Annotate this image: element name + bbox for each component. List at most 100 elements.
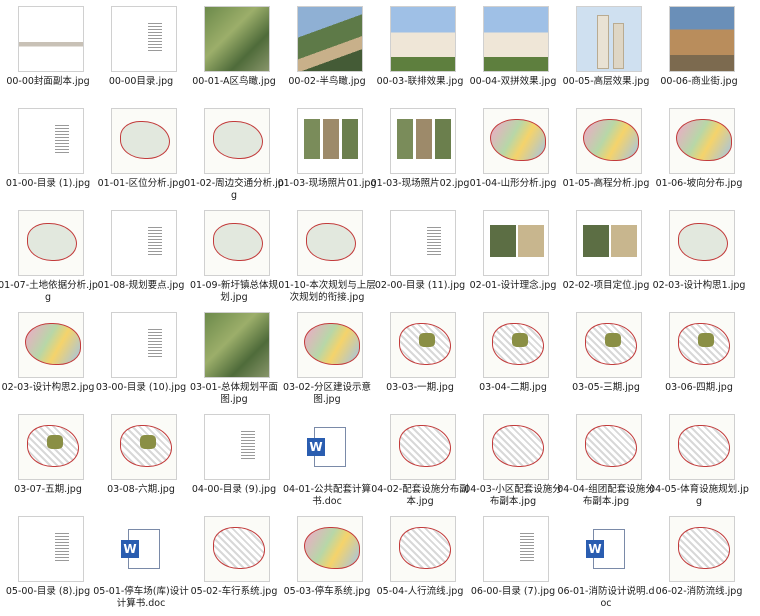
image-thumbnail[interactable] xyxy=(576,210,642,276)
image-thumbnail[interactable] xyxy=(18,312,84,378)
file-name-label[interactable]: 03-08-六期.jpg xyxy=(91,484,191,496)
file-item[interactable]: 01-09-新圩镇总体规划.jpg xyxy=(188,210,280,310)
word-document-icon[interactable]: W xyxy=(111,516,177,582)
file-item[interactable]: 05-02-车行系统.jpg xyxy=(188,516,280,616)
file-item[interactable]: 01-01-区位分析.jpg xyxy=(95,108,187,208)
file-name-label[interactable]: 03-06-四期.jpg xyxy=(649,382,749,394)
image-thumbnail[interactable] xyxy=(204,516,270,582)
file-name-label[interactable]: 03-00-目录 (10).jpg xyxy=(91,382,191,394)
image-thumbnail[interactable] xyxy=(204,210,270,276)
image-thumbnail[interactable] xyxy=(204,312,270,378)
file-name-label[interactable]: 04-02-配套设施分布副本.jpg xyxy=(370,484,470,508)
file-name-label[interactable]: 02-03-设计构思1.jpg xyxy=(649,280,749,292)
image-thumbnail[interactable] xyxy=(111,210,177,276)
file-item[interactable]: 01-02-周边交通分析.jpg xyxy=(184,108,284,208)
image-thumbnail[interactable] xyxy=(18,210,84,276)
word-document-icon[interactable]: W xyxy=(297,414,363,480)
file-name-label[interactable]: 00-00目录.jpg xyxy=(91,76,191,88)
file-item[interactable]: 02-03-设计构思1.jpg xyxy=(653,210,745,310)
file-name-label[interactable]: 01-04-山形分析.jpg xyxy=(463,178,563,190)
file-item[interactable]: 02-02-项目定位.jpg xyxy=(560,210,652,310)
file-name-label[interactable]: 06-02-消防流线.jpg xyxy=(649,586,749,598)
file-item[interactable]: 01-08-规划要点.jpg xyxy=(95,210,187,310)
file-item[interactable]: 03-07-五期.jpg xyxy=(2,414,94,514)
file-name-label[interactable]: 01-03-现场照片02.jpg xyxy=(370,178,470,190)
image-thumbnail[interactable] xyxy=(297,210,363,276)
file-name-label[interactable]: 01-03-现场照片01.jpg xyxy=(277,178,377,190)
file-name-label[interactable]: 00-02-半鸟瞰.jpg xyxy=(277,76,377,88)
image-thumbnail[interactable] xyxy=(669,6,735,72)
file-item[interactable]: 02-00-目录 (11).jpg xyxy=(374,210,466,310)
file-item[interactable]: 04-02-配套设施分布副本.jpg xyxy=(371,414,469,514)
file-item[interactable]: 00-06-商业街.jpg xyxy=(653,6,745,106)
file-item[interactable]: 04-04-组团配套设施分布副本.jpg xyxy=(557,414,655,514)
image-thumbnail[interactable] xyxy=(111,6,177,72)
file-item[interactable]: 00-00封面副本.jpg xyxy=(2,6,94,106)
image-thumbnail[interactable] xyxy=(483,6,549,72)
image-thumbnail[interactable] xyxy=(204,108,270,174)
file-name-label[interactable]: 01-08-规划要点.jpg xyxy=(91,280,191,292)
file-item[interactable]: W 04-01-公共配套计算书.doc xyxy=(281,414,373,514)
file-name-label[interactable]: 02-00-目录 (11).jpg xyxy=(370,280,470,292)
file-name-label[interactable]: 04-04-组团配套设施分布副本.jpg xyxy=(556,484,656,508)
image-thumbnail[interactable] xyxy=(576,312,642,378)
image-thumbnail[interactable] xyxy=(390,516,456,582)
file-item[interactable]: 01-03-现场照片02.jpg xyxy=(371,108,469,208)
image-thumbnail[interactable] xyxy=(111,414,177,480)
file-item[interactable]: 03-08-六期.jpg xyxy=(95,414,187,514)
image-thumbnail[interactable] xyxy=(483,312,549,378)
file-name-label[interactable]: 00-03-联排效果.jpg xyxy=(370,76,470,88)
file-item[interactable]: 02-01-设计理念.jpg xyxy=(467,210,559,310)
file-item[interactable]: 01-10-本次规划与上层次规划的衔接.jpg xyxy=(278,210,376,310)
image-thumbnail[interactable] xyxy=(669,312,735,378)
file-name-label[interactable]: 01-00-目录 (1).jpg xyxy=(0,178,98,190)
image-thumbnail[interactable] xyxy=(390,210,456,276)
image-thumbnail[interactable] xyxy=(297,312,363,378)
image-thumbnail[interactable] xyxy=(111,312,177,378)
image-thumbnail[interactable] xyxy=(18,414,84,480)
file-name-label[interactable]: 03-05-三期.jpg xyxy=(556,382,656,394)
image-thumbnail[interactable] xyxy=(297,6,363,72)
image-thumbnail[interactable] xyxy=(111,108,177,174)
image-thumbnail[interactable] xyxy=(204,414,270,480)
file-item[interactable]: 04-00-目录 (9).jpg xyxy=(188,414,280,514)
image-thumbnail[interactable] xyxy=(18,108,84,174)
file-item[interactable]: 04-03-小区配套设施分布副本.jpg xyxy=(464,414,562,514)
image-thumbnail[interactable] xyxy=(390,6,456,72)
file-item[interactable]: 04-05-体育设施规划.jpg xyxy=(649,414,749,514)
file-name-label[interactable]: 00-04-双拼效果.jpg xyxy=(463,76,563,88)
file-name-label[interactable]: 03-01-总体规划平面图.jpg xyxy=(184,382,284,406)
image-thumbnail[interactable] xyxy=(669,210,735,276)
file-item[interactable]: W 05-01-停车场(库)设计计算书.doc xyxy=(93,516,189,616)
word-document-icon[interactable]: W xyxy=(576,516,642,582)
file-item[interactable]: 00-05-高层效果.jpg xyxy=(560,6,652,106)
file-name-label[interactable]: 01-09-新圩镇总体规划.jpg xyxy=(184,280,284,304)
file-name-label[interactable]: 00-00封面副本.jpg xyxy=(0,76,98,88)
image-thumbnail[interactable] xyxy=(18,516,84,582)
file-item[interactable]: 03-04-二期.jpg xyxy=(467,312,559,412)
file-item[interactable]: W 06-01-消防设计说明.doc xyxy=(557,516,655,616)
image-thumbnail[interactable] xyxy=(576,414,642,480)
image-thumbnail[interactable] xyxy=(483,414,549,480)
file-name-label[interactable]: 00-06-商业街.jpg xyxy=(649,76,749,88)
image-thumbnail[interactable] xyxy=(204,6,270,72)
file-name-label[interactable]: 03-03-一期.jpg xyxy=(370,382,470,394)
file-item[interactable]: 00-01-A区鸟瞰.jpg xyxy=(188,6,280,106)
image-thumbnail[interactable] xyxy=(297,108,363,174)
file-name-label[interactable]: 01-07-土地依据分析.jpg xyxy=(0,280,98,304)
file-name-label[interactable]: 00-05-高层效果.jpg xyxy=(556,76,656,88)
image-thumbnail[interactable] xyxy=(390,108,456,174)
file-item[interactable]: 06-00-目录 (7).jpg xyxy=(467,516,559,616)
file-name-label[interactable]: 04-05-体育设施规划.jpg xyxy=(649,484,749,508)
file-item[interactable]: 00-04-双拼效果.jpg xyxy=(467,6,559,106)
file-item[interactable]: 05-03-停车系统.jpg xyxy=(281,516,373,616)
file-item[interactable]: 03-01-总体规划平面图.jpg xyxy=(188,312,280,412)
file-item[interactable]: 01-03-现场照片01.jpg xyxy=(278,108,376,208)
file-name-label[interactable]: 04-00-目录 (9).jpg xyxy=(184,484,284,496)
file-name-label[interactable]: 01-05-高程分析.jpg xyxy=(556,178,656,190)
file-name-label[interactable]: 06-00-目录 (7).jpg xyxy=(463,586,563,598)
file-name-label[interactable]: 03-07-五期.jpg xyxy=(0,484,98,496)
file-name-label[interactable]: 04-03-小区配套设施分布副本.jpg xyxy=(463,484,563,508)
image-thumbnail[interactable] xyxy=(576,108,642,174)
file-name-label[interactable]: 05-01-停车场(库)设计计算书.doc xyxy=(91,586,191,610)
